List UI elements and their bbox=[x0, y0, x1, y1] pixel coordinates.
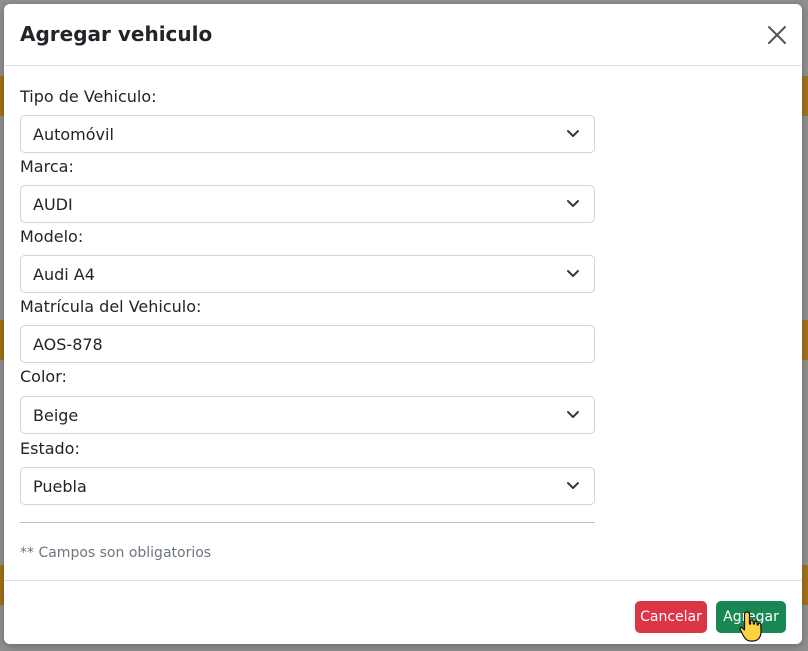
close-button[interactable] bbox=[764, 22, 790, 48]
brand-value: AUDI bbox=[33, 195, 73, 214]
form-divider bbox=[20, 522, 595, 523]
chevron-down-icon bbox=[567, 200, 579, 207]
brand-select[interactable]: AUDI bbox=[20, 185, 595, 223]
modal-title: Agregar vehiculo bbox=[20, 22, 213, 46]
close-icon bbox=[768, 26, 786, 44]
required-fields-note: ** Campos son obligatorios bbox=[20, 545, 212, 561]
chevron-down-icon bbox=[567, 482, 579, 489]
color-label: Color: bbox=[20, 367, 67, 386]
background-banner bbox=[802, 565, 808, 605]
plate-input[interactable]: AOS-878 bbox=[20, 325, 595, 363]
state-select[interactable]: Puebla bbox=[20, 467, 595, 505]
modal-footer: Cancelar Agregar bbox=[4, 580, 802, 644]
background-banner bbox=[802, 76, 808, 116]
modal-header: Agregar vehiculo bbox=[4, 4, 802, 66]
add-vehicle-modal: Agregar vehiculo Tipo de Vehiculo: Autom… bbox=[4, 4, 802, 644]
background-banner bbox=[802, 320, 808, 360]
plate-value: AOS-878 bbox=[33, 335, 103, 354]
vehicle-type-select[interactable]: Automóvil bbox=[20, 115, 595, 153]
model-select[interactable]: Audi A4 bbox=[20, 255, 595, 293]
state-label: Estado: bbox=[20, 439, 80, 458]
color-select[interactable]: Beige bbox=[20, 396, 595, 434]
vehicle-type-label: Tipo de Vehiculo: bbox=[20, 87, 157, 106]
cancel-button[interactable]: Cancelar bbox=[635, 601, 707, 633]
brand-label: Marca: bbox=[20, 157, 74, 176]
model-label: Modelo: bbox=[20, 227, 84, 246]
model-value: Audi A4 bbox=[33, 265, 95, 284]
plate-label: Matrícula del Vehiculo: bbox=[20, 297, 202, 316]
state-value: Puebla bbox=[33, 477, 87, 496]
chevron-down-icon bbox=[567, 411, 579, 418]
color-value: Beige bbox=[33, 406, 79, 425]
hand-cursor-icon bbox=[739, 611, 762, 642]
chevron-down-icon bbox=[567, 130, 579, 137]
vehicle-type-value: Automóvil bbox=[33, 125, 114, 144]
chevron-down-icon bbox=[567, 270, 579, 277]
